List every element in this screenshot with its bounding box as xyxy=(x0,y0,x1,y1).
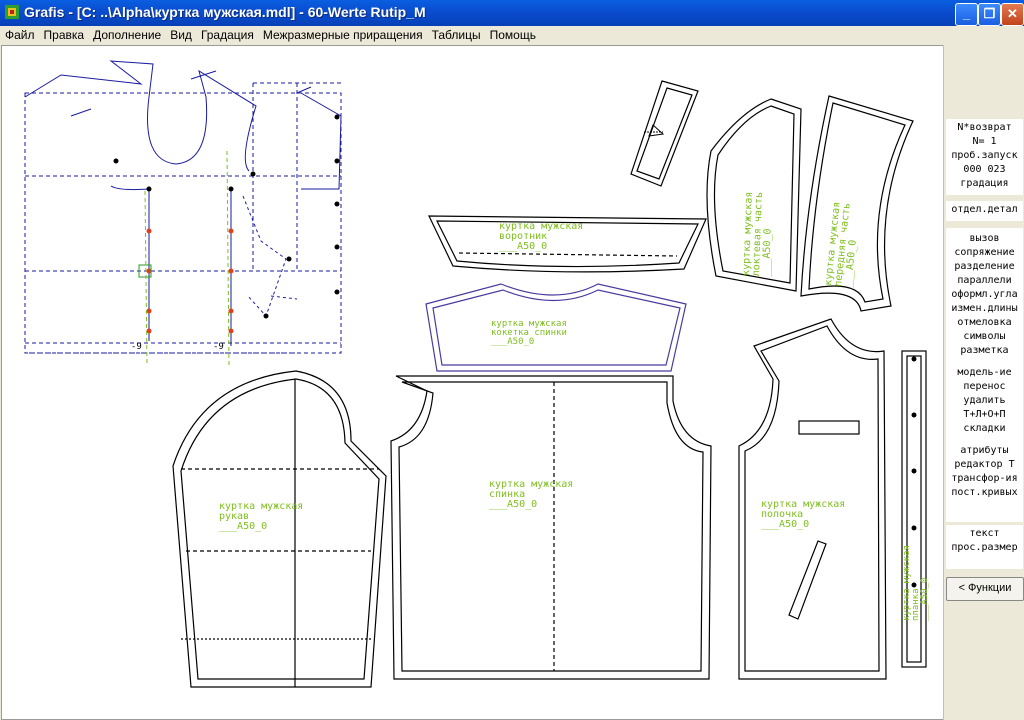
menu-file[interactable]: Файл xyxy=(0,26,39,42)
tool-symbols[interactable]: символы xyxy=(946,330,1023,344)
code-value: 000 023 xyxy=(963,164,1006,175)
separate-piece-block: отдел.детал xyxy=(946,201,1023,221)
vorotnik-line3: ___А50_0 xyxy=(499,241,547,252)
return-counter[interactable]: N*возврат xyxy=(946,121,1023,135)
tool-text-editor[interactable]: редактор Т xyxy=(946,458,1023,472)
menu-tables[interactable]: Таблицы xyxy=(427,26,485,42)
tools-block: вызов сопряжение разделение параллели оф… xyxy=(946,228,1023,522)
polochka-line3: ___А50_0 xyxy=(761,519,809,530)
size-mark-left: -9 xyxy=(131,342,142,352)
tool-delete[interactable]: удалить xyxy=(946,394,1023,408)
tool-marking[interactable]: разметка xyxy=(946,344,1023,358)
tool-call[interactable]: вызов xyxy=(946,232,1023,246)
tool-length[interactable]: измен.длины xyxy=(946,302,1023,316)
tool-text[interactable]: текст xyxy=(946,527,1023,541)
menu-increments[interactable]: Межразмерные приращения xyxy=(258,26,427,42)
menu-addition[interactable]: Дополнение xyxy=(88,26,165,42)
menu-view[interactable]: Вид xyxy=(165,26,196,42)
window-title: Grafis - [C: ..\Alpha\куртка мужская.mdl… xyxy=(24,4,426,20)
size-mark-right: -9 xyxy=(213,342,224,352)
tool-corner[interactable]: оформл.угла xyxy=(946,288,1023,302)
separate-piece-button[interactable]: отдел.детал xyxy=(946,203,1023,217)
rukav-line3: ___А50_0 xyxy=(219,521,267,532)
tool-allowance[interactable]: отмеловка xyxy=(946,316,1023,330)
title-bar: Grafis - [C: ..\Alpha\куртка мужская.mdl… xyxy=(0,0,1024,26)
tool-transform[interactable]: трансфор-ия xyxy=(946,472,1023,486)
strip-buttons xyxy=(911,356,917,588)
tool-blend[interactable]: сопряжение xyxy=(946,246,1023,260)
tool-tlop[interactable]: Т+Л+О+П xyxy=(946,408,1023,422)
menu-bar: Файл Правка Дополнение Вид Градация Межразмер… xyxy=(0,26,1024,45)
piece-labels: куртка мужская воротник ___А50_0 куртка … xyxy=(219,191,930,621)
construction-draft xyxy=(24,60,342,354)
side-panel: N*возврат N= 1 проб.запуск 000 023 града… xyxy=(943,45,1024,720)
minimize-button[interactable]: _ xyxy=(955,3,978,26)
n-value: N= 1 xyxy=(972,136,997,147)
zadnyaya-line3: ___А50_0 xyxy=(761,228,774,277)
menu-help[interactable]: Помощь xyxy=(485,26,540,42)
pattern-drawing: -9 -9 куртка мужская воротник ___А50_0 к… xyxy=(24,60,930,688)
tool-size-view[interactable]: прос.размер xyxy=(946,541,1023,555)
app-icon xyxy=(5,5,19,19)
tool-modeling[interactable]: модель-ие xyxy=(946,366,1023,380)
drawing-canvas[interactable]: -9 -9 куртка мужская воротник ___А50_0 к… xyxy=(1,45,944,720)
status-block: N*возврат N= 1 проб.запуск 000 023 града… xyxy=(946,119,1023,195)
grading-item[interactable]: градация xyxy=(946,177,1023,191)
test-run[interactable]: проб.запуск xyxy=(946,149,1023,163)
text-block: текст прос.размер xyxy=(946,525,1023,569)
close-button[interactable]: ✕ xyxy=(1001,3,1024,26)
kokietka-line3: ___А50_0 xyxy=(491,337,534,347)
tool-folds[interactable]: складки xyxy=(946,422,1023,436)
tool-transfer[interactable]: перенос xyxy=(946,380,1023,394)
construction-points[interactable] xyxy=(113,114,340,367)
tool-parallel[interactable]: параллели xyxy=(946,274,1023,288)
tool-attributes[interactable]: атрибуты xyxy=(946,444,1023,458)
tool-curves[interactable]: пост.кривых xyxy=(946,486,1023,500)
spinka-line3: ___А50_0 xyxy=(489,499,537,510)
functions-button[interactable]: < Функции xyxy=(946,577,1024,601)
planka-line3: ___А50_0 xyxy=(920,578,930,621)
tool-split[interactable]: разделение xyxy=(946,260,1023,274)
maximize-button[interactable]: ❐ xyxy=(978,3,1001,26)
menu-grading[interactable]: Градация xyxy=(196,26,258,42)
pattern-pieces xyxy=(172,80,927,688)
menu-edit[interactable]: Правка xyxy=(39,26,89,42)
